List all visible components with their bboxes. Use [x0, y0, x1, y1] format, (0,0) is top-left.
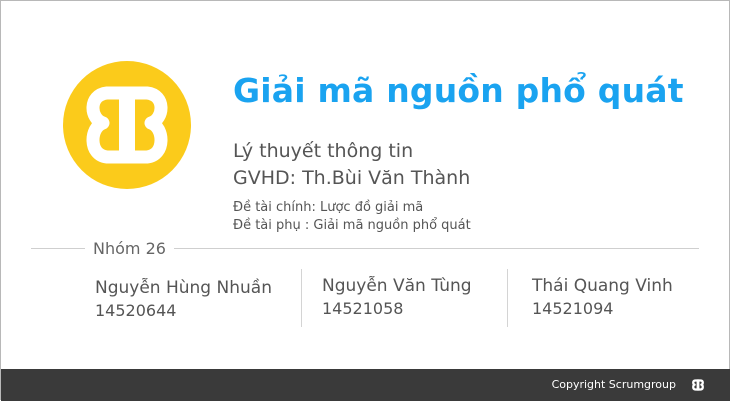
advisor-text: GVHD: Th.Bùi Văn Thành — [233, 167, 471, 189]
member-id: 14521094 — [532, 299, 614, 318]
member-separator — [301, 269, 302, 327]
subject-text: Lý thuyết thông tin — [233, 140, 414, 162]
member-card: Thái Quang Vinh 14521094 — [532, 275, 673, 320]
member-name: Nguyễn Hùng Nhuần — [95, 278, 272, 298]
scrumgroup-logo-icon — [63, 61, 191, 189]
title-slide: Giải mã nguồn phổ quát Lý thuyết thông t… — [0, 0, 730, 401]
main-topic-text: Đề tài chính: Lược đồ giải mã — [233, 200, 424, 215]
member-card: Nguyễn Hùng Nhuần 14520644 — [95, 277, 272, 322]
member-id: 14520644 — [95, 301, 177, 320]
copyright-text: Copyright Scrumgroup — [551, 378, 676, 391]
member-id: 14521058 — [322, 299, 404, 318]
sub-topic-text: Đề tài phụ : Giải mã nguồn phổ quát — [233, 218, 471, 233]
page-title: Giải mã nguồn phổ quát — [233, 71, 684, 110]
group-label: Nhóm 26 — [85, 239, 174, 258]
member-name: Thái Quang Vinh — [532, 276, 673, 296]
footer-bar: Copyright Scrumgroup — [1, 369, 730, 401]
member-card: Nguyễn Văn Tùng 14521058 — [322, 275, 472, 320]
member-name: Nguyễn Văn Tùng — [322, 276, 472, 296]
member-separator — [507, 269, 508, 327]
scrumgroup-logo-icon — [692, 379, 704, 391]
